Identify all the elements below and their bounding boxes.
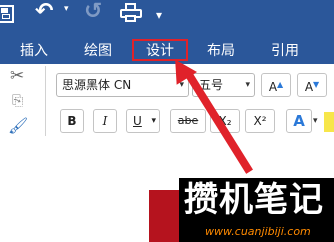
- triangle-down-icon: ▼: [313, 80, 320, 89]
- watermark-url: www.cuanjibiji.com: [205, 225, 311, 238]
- undo-dropdown-icon[interactable]: ▾: [64, 4, 69, 14]
- redo-icon[interactable]: ↺: [84, 1, 102, 23]
- underline-label: U: [133, 114, 142, 128]
- group-divider: [45, 66, 46, 136]
- italic-button[interactable]: I: [93, 109, 117, 133]
- chevron-down-icon[interactable]: ▾: [313, 116, 318, 126]
- copy-icon[interactable]: ⎘: [12, 93, 23, 109]
- print-icon[interactable]: [120, 3, 144, 23]
- font-name-select[interactable]: 思源黑体 CN ▾: [56, 73, 189, 97]
- undo-icon[interactable]: ↶: [35, 1, 53, 23]
- chevron-down-icon[interactable]: ▾: [151, 110, 156, 132]
- font-name-value: 思源黑体 CN: [62, 78, 132, 92]
- format-painter-icon[interactable]: 🖌: [8, 116, 28, 135]
- save-icon[interactable]: [0, 5, 14, 23]
- chevron-down-icon[interactable]: ▾: [245, 74, 250, 96]
- shrink-font-letter: A: [304, 80, 314, 94]
- shrink-font-button[interactable]: A▼: [297, 73, 327, 97]
- grow-font-letter: A: [268, 80, 278, 94]
- text-effects-button[interactable]: A: [286, 109, 312, 133]
- title-bar: ↶ ▾ ↺ ▾: [0, 0, 334, 38]
- tab-references[interactable]: 引用: [271, 38, 299, 64]
- ribbon-tabs: 插入 绘图 设计 布局 引用: [0, 38, 334, 64]
- cut-icon[interactable]: ✂: [10, 66, 24, 86]
- tab-insert[interactable]: 插入: [20, 38, 48, 64]
- tab-draw[interactable]: 绘图: [84, 38, 112, 64]
- superscript-button[interactable]: X²: [245, 109, 275, 133]
- bold-button[interactable]: B: [60, 109, 84, 133]
- customize-toolbar-icon[interactable]: ▾: [156, 9, 162, 21]
- watermark-accent: [149, 190, 179, 242]
- highlight-color-icon[interactable]: [324, 112, 334, 132]
- strikethrough-button[interactable]: abe: [170, 109, 206, 133]
- triangle-up-icon: ▲: [277, 80, 284, 89]
- underline-button[interactable]: U ▾: [126, 109, 160, 133]
- grow-font-button[interactable]: A▲: [261, 73, 291, 97]
- watermark-title: 攒机笔记: [184, 180, 324, 220]
- tab-layout[interactable]: 布局: [207, 38, 235, 64]
